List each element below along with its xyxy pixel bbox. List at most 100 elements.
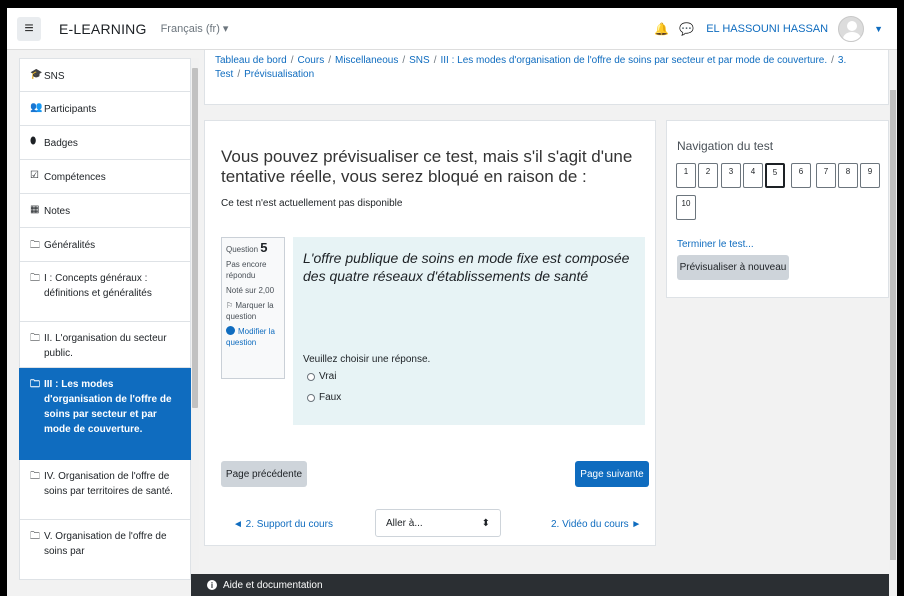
question-label: Question [226, 245, 259, 254]
question-mark: Noté sur 2,00 [226, 286, 275, 295]
quiz-main-card: Vous pouvez prévisualiser ce test, mais … [204, 120, 656, 546]
table-icon: ▦ [30, 204, 40, 215]
sidebar-item-label: SNS [44, 71, 65, 82]
breadcrumb-link[interactable]: Miscellaneous [335, 55, 398, 66]
sidebar-item[interactable]: 🗀 V. Organisation de l'offre de soins par [19, 520, 191, 580]
user-area: 🔔 💬 EL HASSOUNI HASSAN ▼ [654, 8, 883, 50]
breadcrumb-card: Tableau de bord / Cours / Miscellaneous / SNS /… [204, 50, 889, 105]
breadcrumb-link[interactable]: Cours [298, 55, 325, 66]
sidebar-item[interactable]: 🎓 SNS [19, 58, 191, 92]
page-scrollbar-thumb[interactable] [890, 90, 896, 560]
quiz-navigation-card: Navigation du test 1 2 3 4 5 6 7 8 9 10 Terminer … [666, 120, 889, 298]
unavailable-notice: Ce test n'est actuellement pas disponibl… [221, 198, 403, 209]
quiz-nav-button[interactable]: 10 [676, 195, 696, 220]
graduation-cap-icon: 🎓 [30, 69, 43, 80]
sidebar-item[interactable]: ⬮ Badges [19, 126, 191, 160]
sidebar-item-label: II. L'organisation du secteur public. [44, 333, 167, 359]
folder-icon: 🗀 [30, 333, 40, 344]
folder-icon: 🗀 [30, 240, 40, 251]
sidebar-item[interactable]: 🗀 IV. Organisation de l'offre de soins pa… [19, 460, 191, 520]
answer-option-false[interactable]: Faux [307, 392, 341, 403]
edit-question-link[interactable]: Modifier la question [226, 326, 280, 348]
question-number-line: Question 5 [226, 240, 280, 255]
chevron-down-icon[interactable]: ▼ [874, 24, 883, 34]
folder-icon: 🗀 [30, 273, 40, 284]
quiz-nav-button[interactable]: 4 [743, 163, 763, 188]
breadcrumb-separator: / [237, 69, 241, 80]
breadcrumb-separator: / [433, 55, 437, 66]
top-navbar: ≡ E-LEARNING Français (fr) ▾ 🔔 💬 EL HASS… [7, 8, 897, 50]
breadcrumb-link[interactable]: Prévisualisation [244, 69, 314, 80]
sidebar-item-label: Participants [44, 104, 97, 115]
previous-activity-link[interactable]: ◄ 2. Support du cours [233, 519, 333, 530]
answer-option-label: Vrai [319, 371, 337, 382]
user-name[interactable]: EL HASSOUNI HASSAN [706, 23, 828, 35]
quiz-nav-button[interactable]: 7 [816, 163, 836, 188]
hamburger-icon[interactable]: ≡ [17, 16, 41, 41]
quiz-nav-button[interactable]: 1 [676, 163, 696, 188]
sidebar-item-label: Généralités [44, 240, 96, 251]
next-activity-link[interactable]: 2. Vidéo du cours ► [551, 519, 641, 530]
sidebar-scrollbar[interactable] [191, 58, 199, 596]
sidebar-item[interactable]: 🗀 II. L'organisation du secteur public. [19, 322, 191, 368]
sidebar-item-label: I : Concepts généraux : définitions et g… [44, 273, 152, 299]
flag-question-link[interactable]: ⚐ Marquer la question [226, 300, 280, 322]
quiz-nav-button[interactable]: 6 [791, 163, 811, 188]
language-menu[interactable]: Français (fr) ▾ [161, 22, 229, 35]
avatar[interactable] [838, 16, 865, 42]
preview-message: Vous pouvez prévisualiser ce test, mais … [221, 147, 633, 186]
sidebar-item[interactable]: 🗀 III : Les modes d'organisation de l'off… [19, 368, 191, 460]
sidebar-item[interactable]: ▦ Notes [19, 194, 191, 228]
quiz-nav-button[interactable]: 2 [698, 163, 718, 188]
breadcrumb-separator: / [831, 55, 834, 66]
question-text: L'offre publique de soins en mode fixe e… [303, 250, 630, 284]
previous-page-button[interactable]: Page précédente [221, 461, 307, 487]
breadcrumb-link[interactable]: III : Les modes d'organisation de l'offr… [440, 55, 827, 66]
radio-button[interactable] [307, 393, 315, 402]
folder-icon: 🗀 [30, 471, 40, 482]
select-caret-icon: ⬍ [481, 517, 490, 529]
bell-icon[interactable]: 🔔 [654, 22, 669, 36]
breadcrumb-separator: / [328, 55, 331, 66]
users-icon: 👥 [30, 102, 43, 113]
sidebar-item-label: IV. Organisation de l'offre de soins par… [44, 471, 173, 497]
page-scrollbar[interactable] [889, 50, 897, 596]
sidebar-scrollbar-thumb[interactable] [192, 68, 198, 408]
course-index-sidebar: 🎓 SNS 👥 Participants ⬮ Badges ☑ Compétences ▦ Not… [19, 58, 191, 596]
breadcrumb-separator: / [402, 55, 406, 66]
folder-icon: 🗀 [30, 531, 40, 542]
sidebar-item[interactable]: 🗀 Généralités [19, 228, 191, 262]
question-state: Pas encore répondu [226, 260, 267, 280]
jump-to-select[interactable]: Aller à... ⬍ [375, 509, 501, 537]
checkbox-icon: ☑ [30, 170, 39, 181]
sidebar-item-label: Notes [44, 206, 71, 217]
question-content: L'offre publique de soins en mode fixe e… [293, 237, 645, 425]
finish-attempt-link[interactable]: Terminer le test... [677, 239, 754, 250]
breadcrumb-link[interactable]: Tableau de bord [215, 55, 287, 66]
sidebar-item[interactable]: 👥 Participants [19, 92, 191, 126]
sidebar-item[interactable]: 🗀 I : Concepts généraux : définitions et … [19, 262, 191, 322]
sidebar-item-label: III : Les modes d'organisation de l'offr… [44, 379, 172, 435]
browser-viewport: ≡ E-LEARNING Français (fr) ▾ 🔔 💬 EL HASS… [7, 8, 897, 596]
breadcrumb-link[interactable]: SNS [409, 55, 430, 66]
site-brand[interactable]: E-LEARNING [59, 21, 147, 37]
jump-to-value: Aller à... [386, 517, 423, 529]
quiz-navigation-title: Navigation du test [677, 139, 774, 153]
quiz-nav-button[interactable]: 5 [765, 163, 785, 188]
question-number: 5 [260, 240, 268, 255]
next-page-button[interactable]: Page suivante [575, 461, 649, 487]
sidebar-item-label: Badges [44, 138, 78, 149]
help-documentation-link[interactable]: Aide et documentation [223, 580, 323, 591]
chat-icon[interactable]: 💬 [679, 22, 694, 36]
radio-button[interactable] [307, 372, 315, 381]
answer-option-true[interactable]: Vrai [307, 371, 336, 382]
sidebar-item[interactable]: ☑ Compétences [19, 160, 191, 194]
question-info-panel: Question 5 Pas encore répondu Noté sur 2… [221, 237, 285, 379]
quiz-nav-button[interactable]: 8 [838, 163, 858, 188]
sidebar-item-label: V. Organisation de l'offre de soins par [44, 531, 167, 557]
sidebar-item-label: Compétences [44, 172, 106, 183]
breadcrumb-separator: / [290, 55, 294, 66]
quiz-nav-button[interactable]: 3 [721, 163, 741, 188]
quiz-nav-button[interactable]: 9 [860, 163, 880, 188]
restart-preview-button[interactable]: Prévisualiser à nouveau [677, 255, 789, 280]
